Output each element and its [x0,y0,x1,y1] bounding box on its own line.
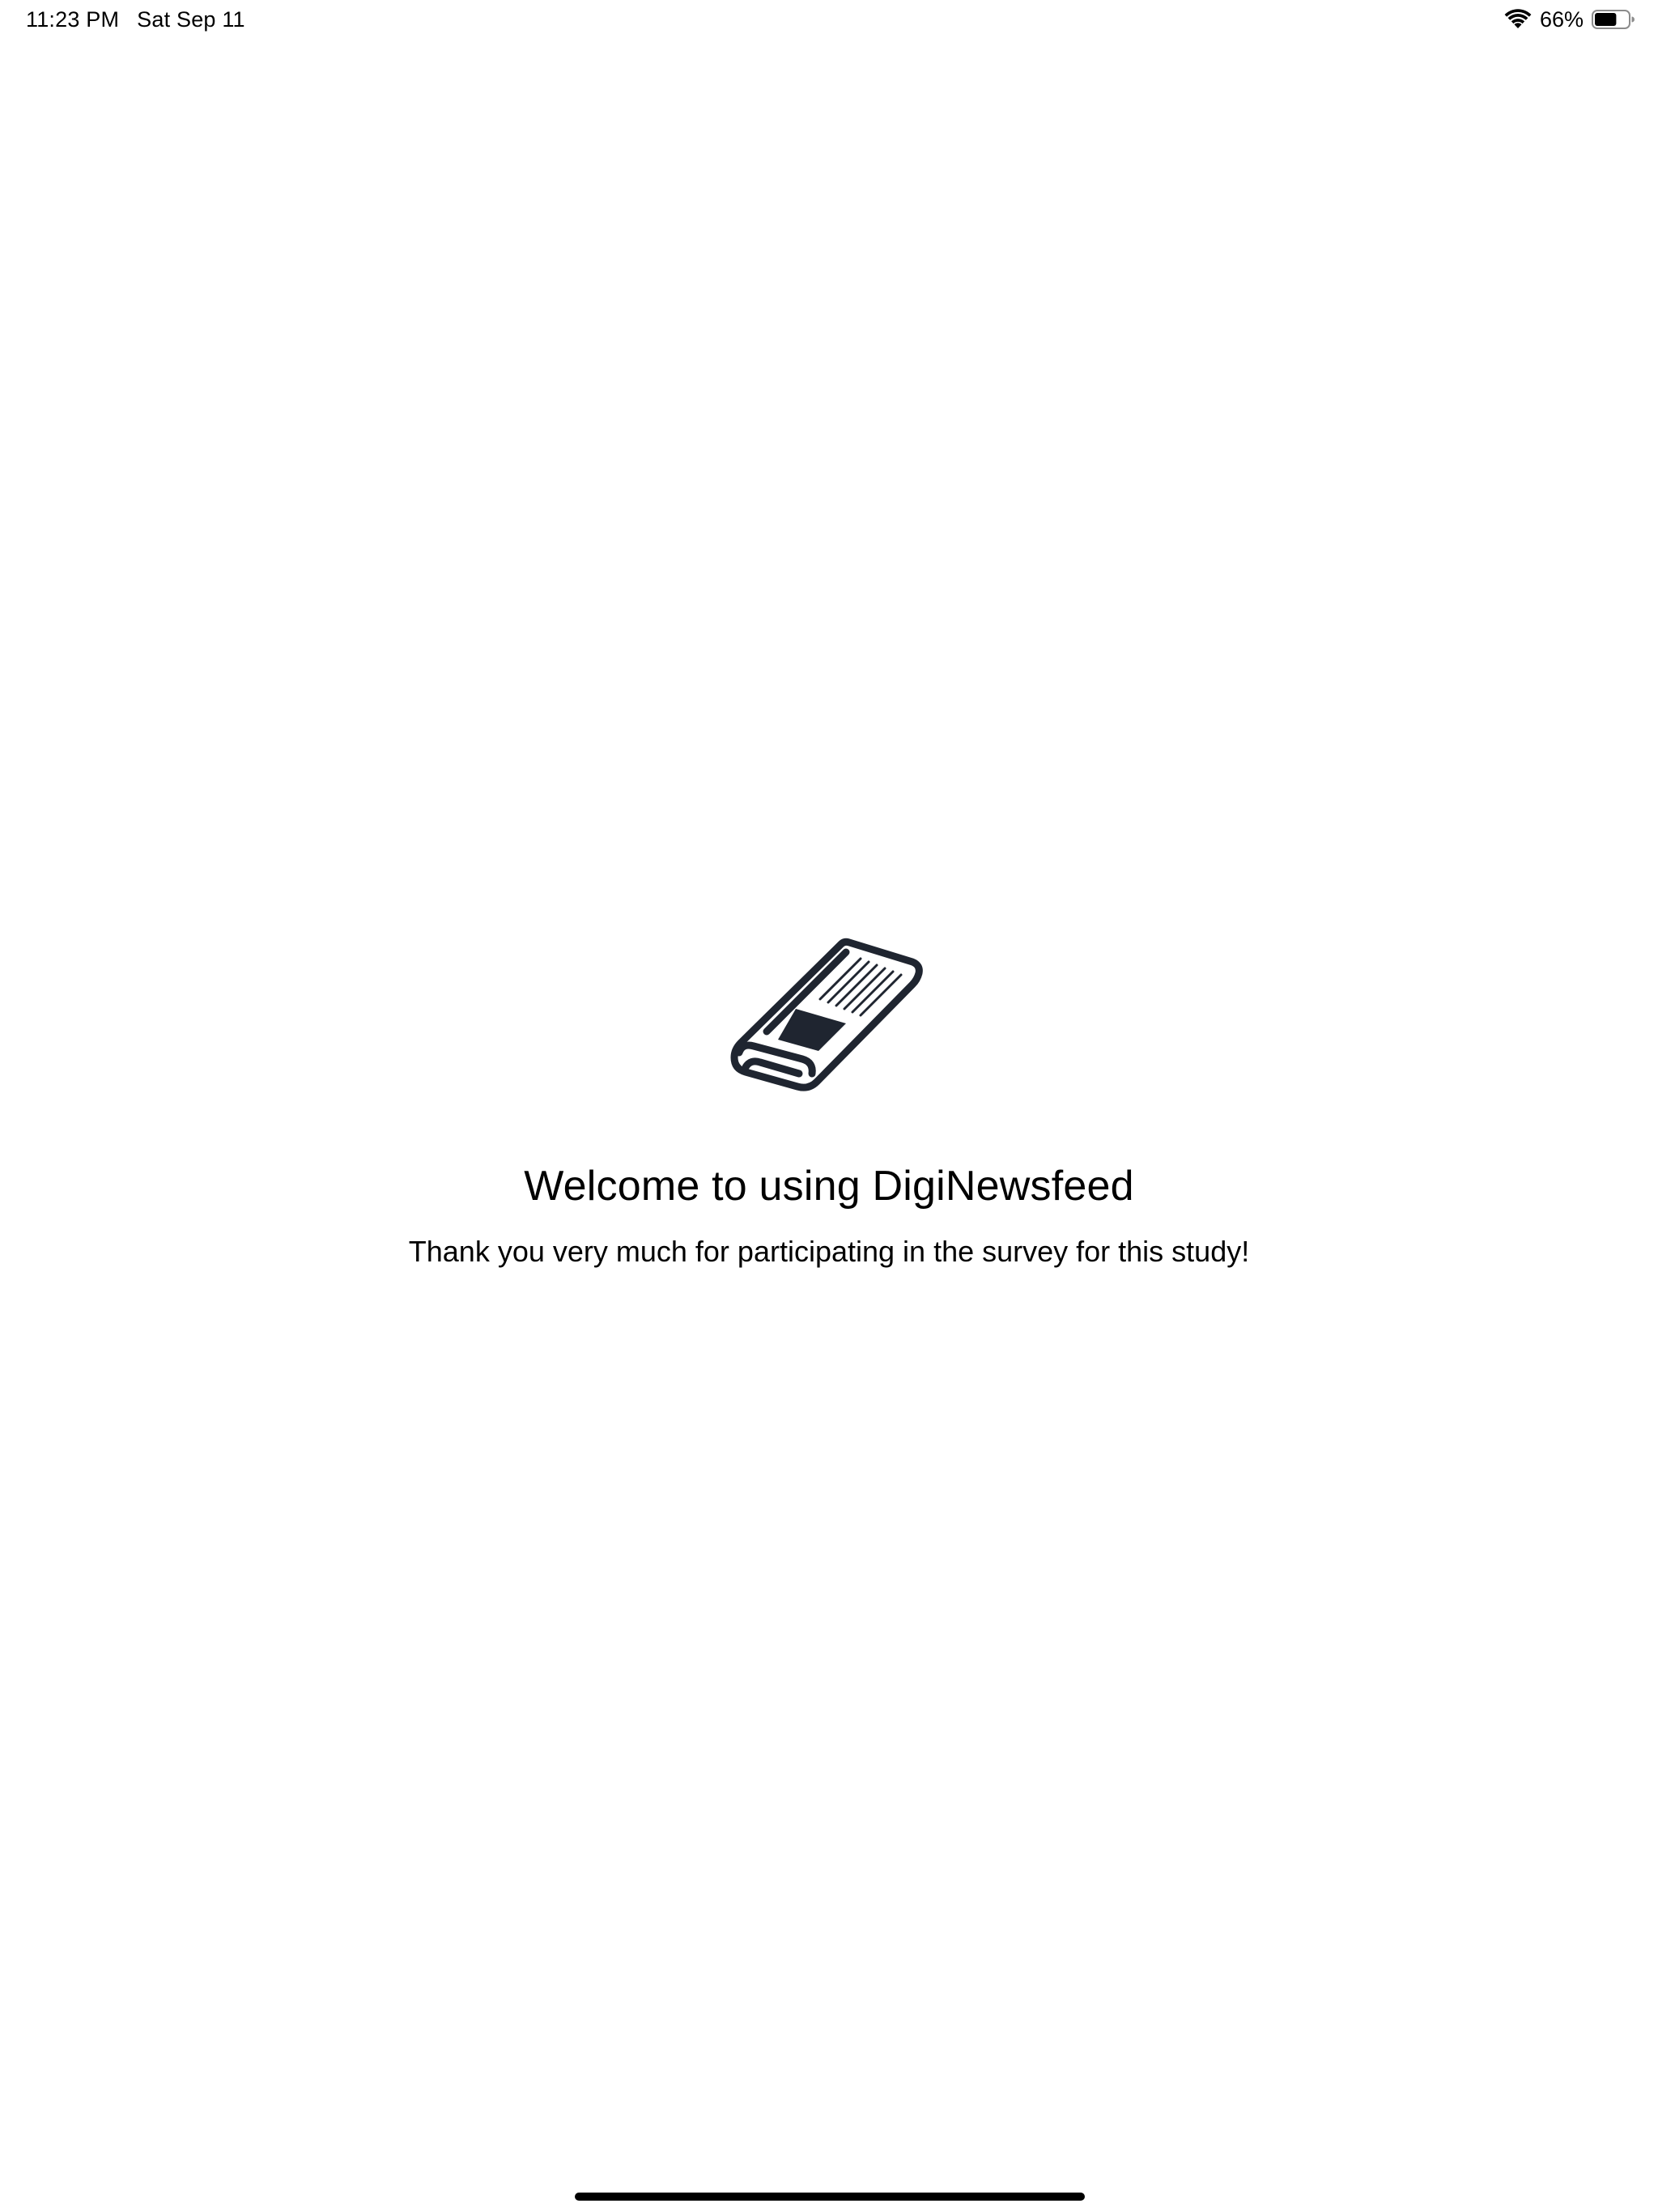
battery-icon [1592,10,1635,29]
home-indicator[interactable] [575,2193,1085,2201]
welcome-title: Welcome to using DigiNewsfeed [524,1163,1134,1210]
status-bar-right: 66% [1504,6,1635,32]
status-bar-left: 11:23 PM Sat Sep 11 [26,6,245,32]
welcome-screen: 11:23 PM Sat Sep 11 66% Welcome to using… [0,0,1658,2212]
wifi-icon [1504,9,1532,28]
status-time: 11:23 PM [26,7,120,32]
status-date: Sat Sep 11 [137,7,245,32]
welcome-content: Welcome to using DigiNewsfeed Thank you … [0,931,1658,1270]
welcome-subtitle: Thank you very much for participating in… [408,1235,1250,1268]
status-bar: 11:23 PM Sat Sep 11 66% [0,0,1658,39]
battery-percent: 66% [1539,6,1584,32]
newspaper-icon [730,938,923,1091]
